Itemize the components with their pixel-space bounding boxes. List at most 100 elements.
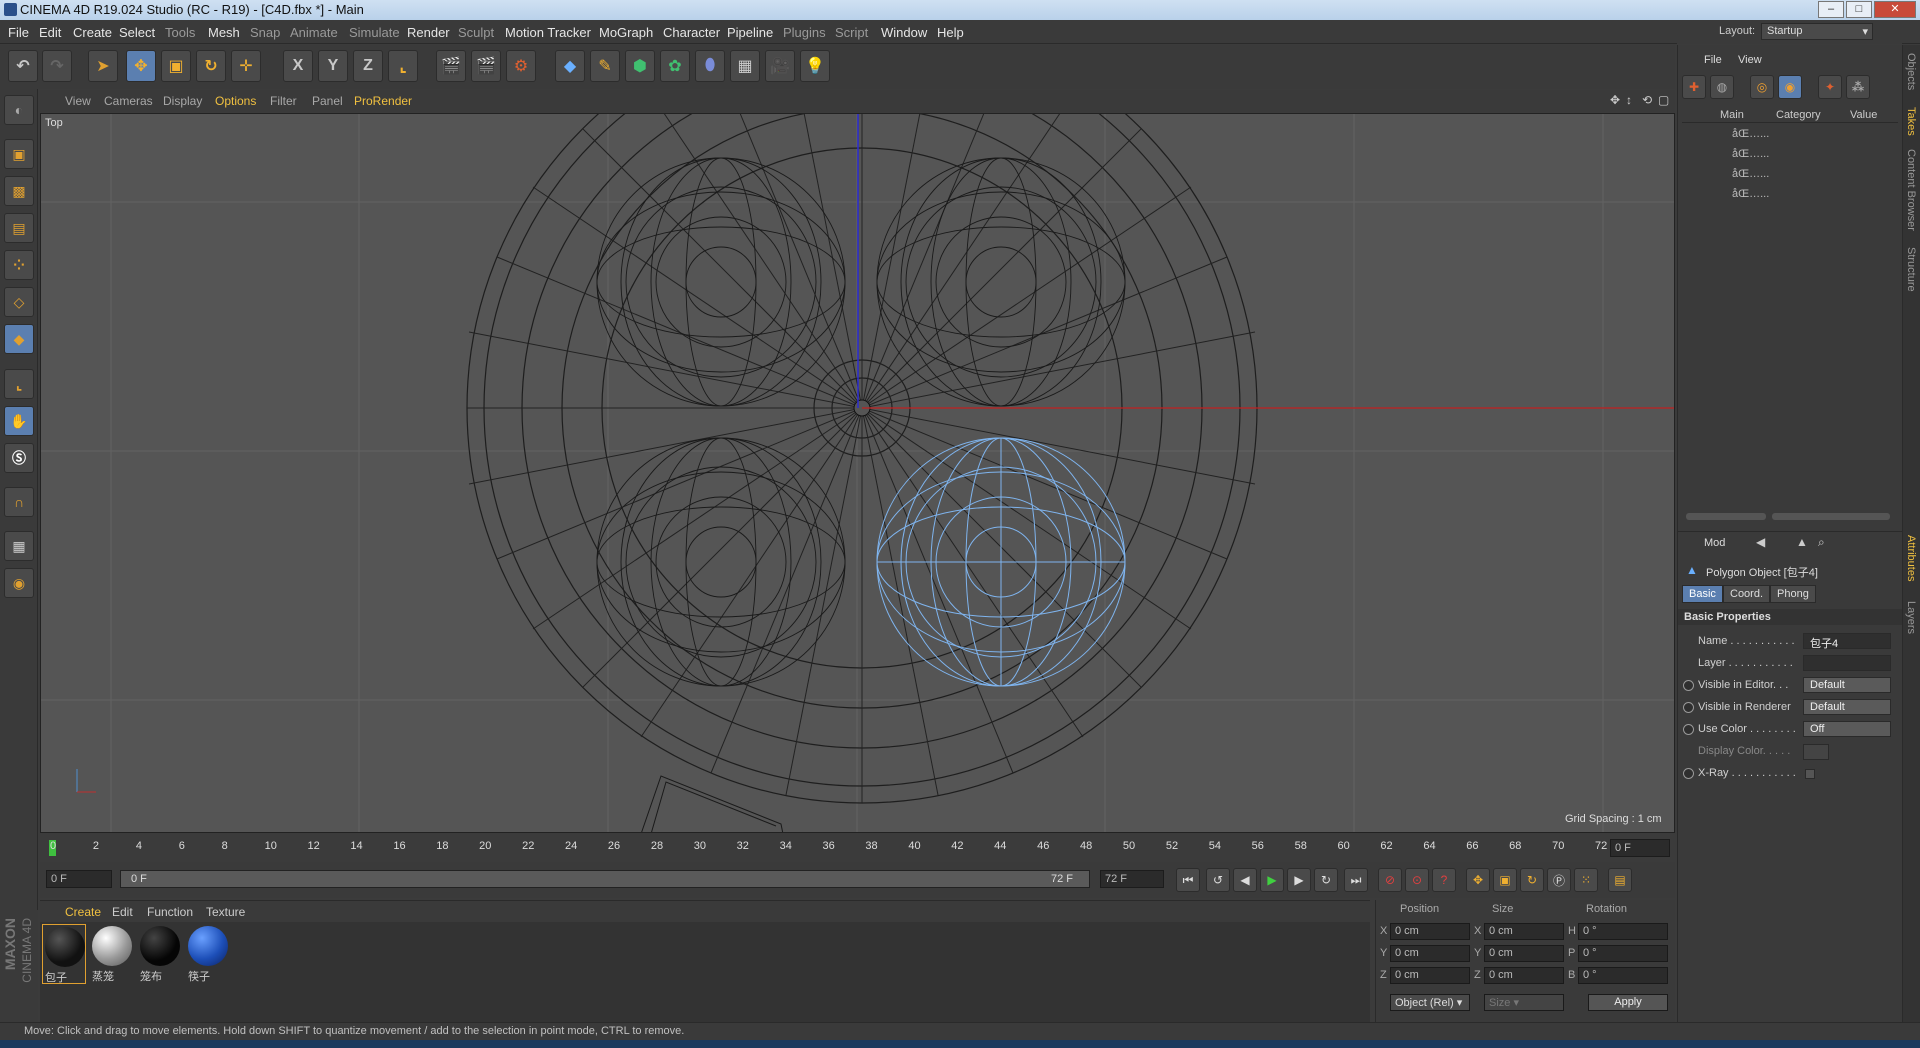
pos-z-field[interactable]: 0 cm [1390, 967, 1470, 984]
coord-mode-dropdown[interactable]: Object (Rel) ▾ [1390, 994, 1470, 1011]
visible-editor-dropdown[interactable]: Default [1803, 677, 1891, 693]
xray-radio[interactable] [1683, 768, 1694, 779]
menu-simulate[interactable]: Simulate [349, 25, 400, 40]
material-menu-create[interactable]: Create [65, 905, 101, 919]
end-frame-field[interactable]: 72 F [1100, 870, 1164, 888]
material-menu-edit[interactable]: Edit [112, 905, 133, 919]
objects-menu-view[interactable]: View [1738, 54, 1762, 66]
material-swatch[interactable]: 筷子 [186, 924, 230, 984]
menu-pipeline[interactable]: Pipeline [727, 25, 773, 40]
previous-frame-button[interactable]: ◀ [1233, 868, 1257, 892]
render-settings-button[interactable]: ⚙ [506, 50, 536, 82]
deformer-button[interactable]: ⬮ [695, 50, 725, 82]
apply-button[interactable]: Apply [1588, 994, 1668, 1011]
key-position-button[interactable]: ✥ [1466, 868, 1490, 892]
menu-mograph[interactable]: MoGraph [599, 25, 653, 40]
polygons-mode-button[interactable]: ◆ [4, 324, 34, 354]
side-tab-objects[interactable]: Objects [1905, 53, 1917, 90]
redo-button[interactable]: ↷ [42, 50, 72, 82]
render-view-button[interactable]: 🎬 [436, 50, 466, 82]
texture-mode-button[interactable]: ▩ [4, 176, 34, 206]
menu-window[interactable]: Window [881, 25, 927, 40]
rot-p-field[interactable]: 0 ° [1578, 945, 1668, 962]
menu-sculpt[interactable]: Sculpt [458, 25, 494, 40]
objects-menu-file[interactable]: File [1704, 54, 1722, 66]
x-axis-lock[interactable]: X [283, 50, 313, 82]
tab-basic[interactable]: Basic [1682, 585, 1723, 603]
take-row[interactable]: åŒ…... [1682, 186, 1907, 204]
xray-checkbox[interactable] [1805, 769, 1815, 779]
menu-character[interactable]: Character [663, 25, 720, 40]
key-parameter-button[interactable]: Ⓟ [1547, 868, 1571, 892]
workplane-lock-button[interactable]: ▦ [4, 531, 34, 561]
move-tool[interactable]: ✥ [126, 50, 156, 82]
keyframe-selection-button[interactable]: ? [1432, 868, 1456, 892]
objects-scrollbar-left[interactable] [1686, 513, 1766, 520]
render-picture-viewer-button[interactable]: 🎬 [471, 50, 501, 82]
viewport-rotate-icon[interactable]: ⟲ [1642, 93, 1652, 107]
viewport-menu-filter[interactable]: Filter [270, 94, 297, 108]
points-mode-button[interactable]: ⁘ [4, 250, 34, 280]
axis-mode-button[interactable]: ⌞ [4, 369, 34, 399]
viewport-menu-cameras[interactable]: Cameras [104, 94, 153, 108]
previous-key-button[interactable]: ↺ [1206, 868, 1230, 892]
menu-mesh[interactable]: Mesh [208, 25, 240, 40]
layout-dropdown[interactable]: Startup ▾ [1761, 23, 1873, 40]
floor-button[interactable]: ▦ [730, 50, 760, 82]
override-groups-button[interactable]: ⁂ [1846, 75, 1870, 99]
autokey-button[interactable]: ⊙ [1405, 868, 1429, 892]
magnet-button[interactable]: ∩ [4, 487, 34, 517]
viewport[interactable]: Top Grid Spacing: 1 cm [40, 113, 1675, 833]
menu-select[interactable]: Select [119, 25, 155, 40]
coordinate-system-button[interactable]: ⌞ [388, 50, 418, 82]
side-tab-structure[interactable]: Structure [1905, 247, 1917, 292]
pos-x-field[interactable]: 0 cm [1390, 923, 1470, 940]
take-row[interactable]: åŒ…... [1682, 166, 1907, 184]
rot-h-field[interactable]: 0 ° [1578, 923, 1668, 940]
visible-editor-radio[interactable] [1683, 680, 1694, 691]
close-button[interactable]: ✕ [1874, 1, 1916, 18]
size-z-field[interactable]: 0 cm [1484, 967, 1564, 984]
objects-scrollbar-right[interactable] [1772, 513, 1890, 520]
model-mode-button[interactable]: ▣ [4, 139, 34, 169]
visible-renderer-dropdown[interactable]: Default [1803, 699, 1891, 715]
display-color-swatch[interactable] [1803, 744, 1829, 760]
take-row[interactable]: åŒ…... [1682, 146, 1907, 164]
minimize-button[interactable]: – [1818, 1, 1844, 18]
name-field[interactable]: 包子4 [1803, 633, 1891, 650]
side-tab-content-browser[interactable]: Content Browser [1905, 149, 1917, 231]
range-slider[interactable]: 0 F 72 F [120, 870, 1090, 888]
key-scale-button[interactable]: ▣ [1493, 868, 1517, 892]
viewport-maximize-icon[interactable]: ▢ [1658, 93, 1669, 107]
cube-primitive-button[interactable]: ◆ [555, 50, 585, 82]
camera-button[interactable]: 🎥 [765, 50, 795, 82]
layer-field[interactable] [1803, 655, 1891, 671]
menu-plugins[interactable]: Plugins [783, 25, 826, 40]
live-selection-tool[interactable]: ➤ [88, 50, 118, 82]
use-color-dropdown[interactable]: Off [1803, 721, 1891, 737]
play-button[interactable]: ▶ [1260, 868, 1284, 892]
side-tab-layers[interactable]: Layers [1905, 601, 1917, 634]
material-swatch[interactable]: 包子 [42, 924, 86, 984]
rotate-tool[interactable]: ↻ [196, 50, 226, 82]
y-axis-lock[interactable]: Y [318, 50, 348, 82]
viewport-menu-panel[interactable]: Panel [312, 94, 343, 108]
visible-renderer-radio[interactable] [1683, 702, 1694, 713]
use-color-radio[interactable] [1683, 724, 1694, 735]
menu-render[interactable]: Render [407, 25, 450, 40]
override-button[interactable]: ◍ [1710, 75, 1734, 99]
size-x-field[interactable]: 0 cm [1484, 923, 1564, 940]
subdivision-button[interactable]: ⬢ [625, 50, 655, 82]
pos-y-field[interactable]: 0 cm [1390, 945, 1470, 962]
menu-motion-tracker[interactable]: Motion Tracker [505, 25, 591, 40]
viewport-menu-prorender[interactable]: ProRender [354, 94, 412, 108]
make-editable-button[interactable]: ◐ [4, 95, 34, 125]
viewport-menu-options[interactable]: Options [215, 94, 256, 108]
solo-button[interactable]: ◉ [4, 568, 34, 598]
back-arrow-icon[interactable]: ◀ [1756, 535, 1765, 549]
attributes-mode-menu[interactable]: Mod [1704, 537, 1725, 549]
spline-pen-button[interactable]: ✎ [590, 50, 620, 82]
record-keys-button[interactable]: ⊘ [1378, 868, 1402, 892]
lock-overrides-button[interactable]: ◉ [1778, 75, 1802, 99]
material-menu-texture[interactable]: Texture [206, 905, 245, 919]
